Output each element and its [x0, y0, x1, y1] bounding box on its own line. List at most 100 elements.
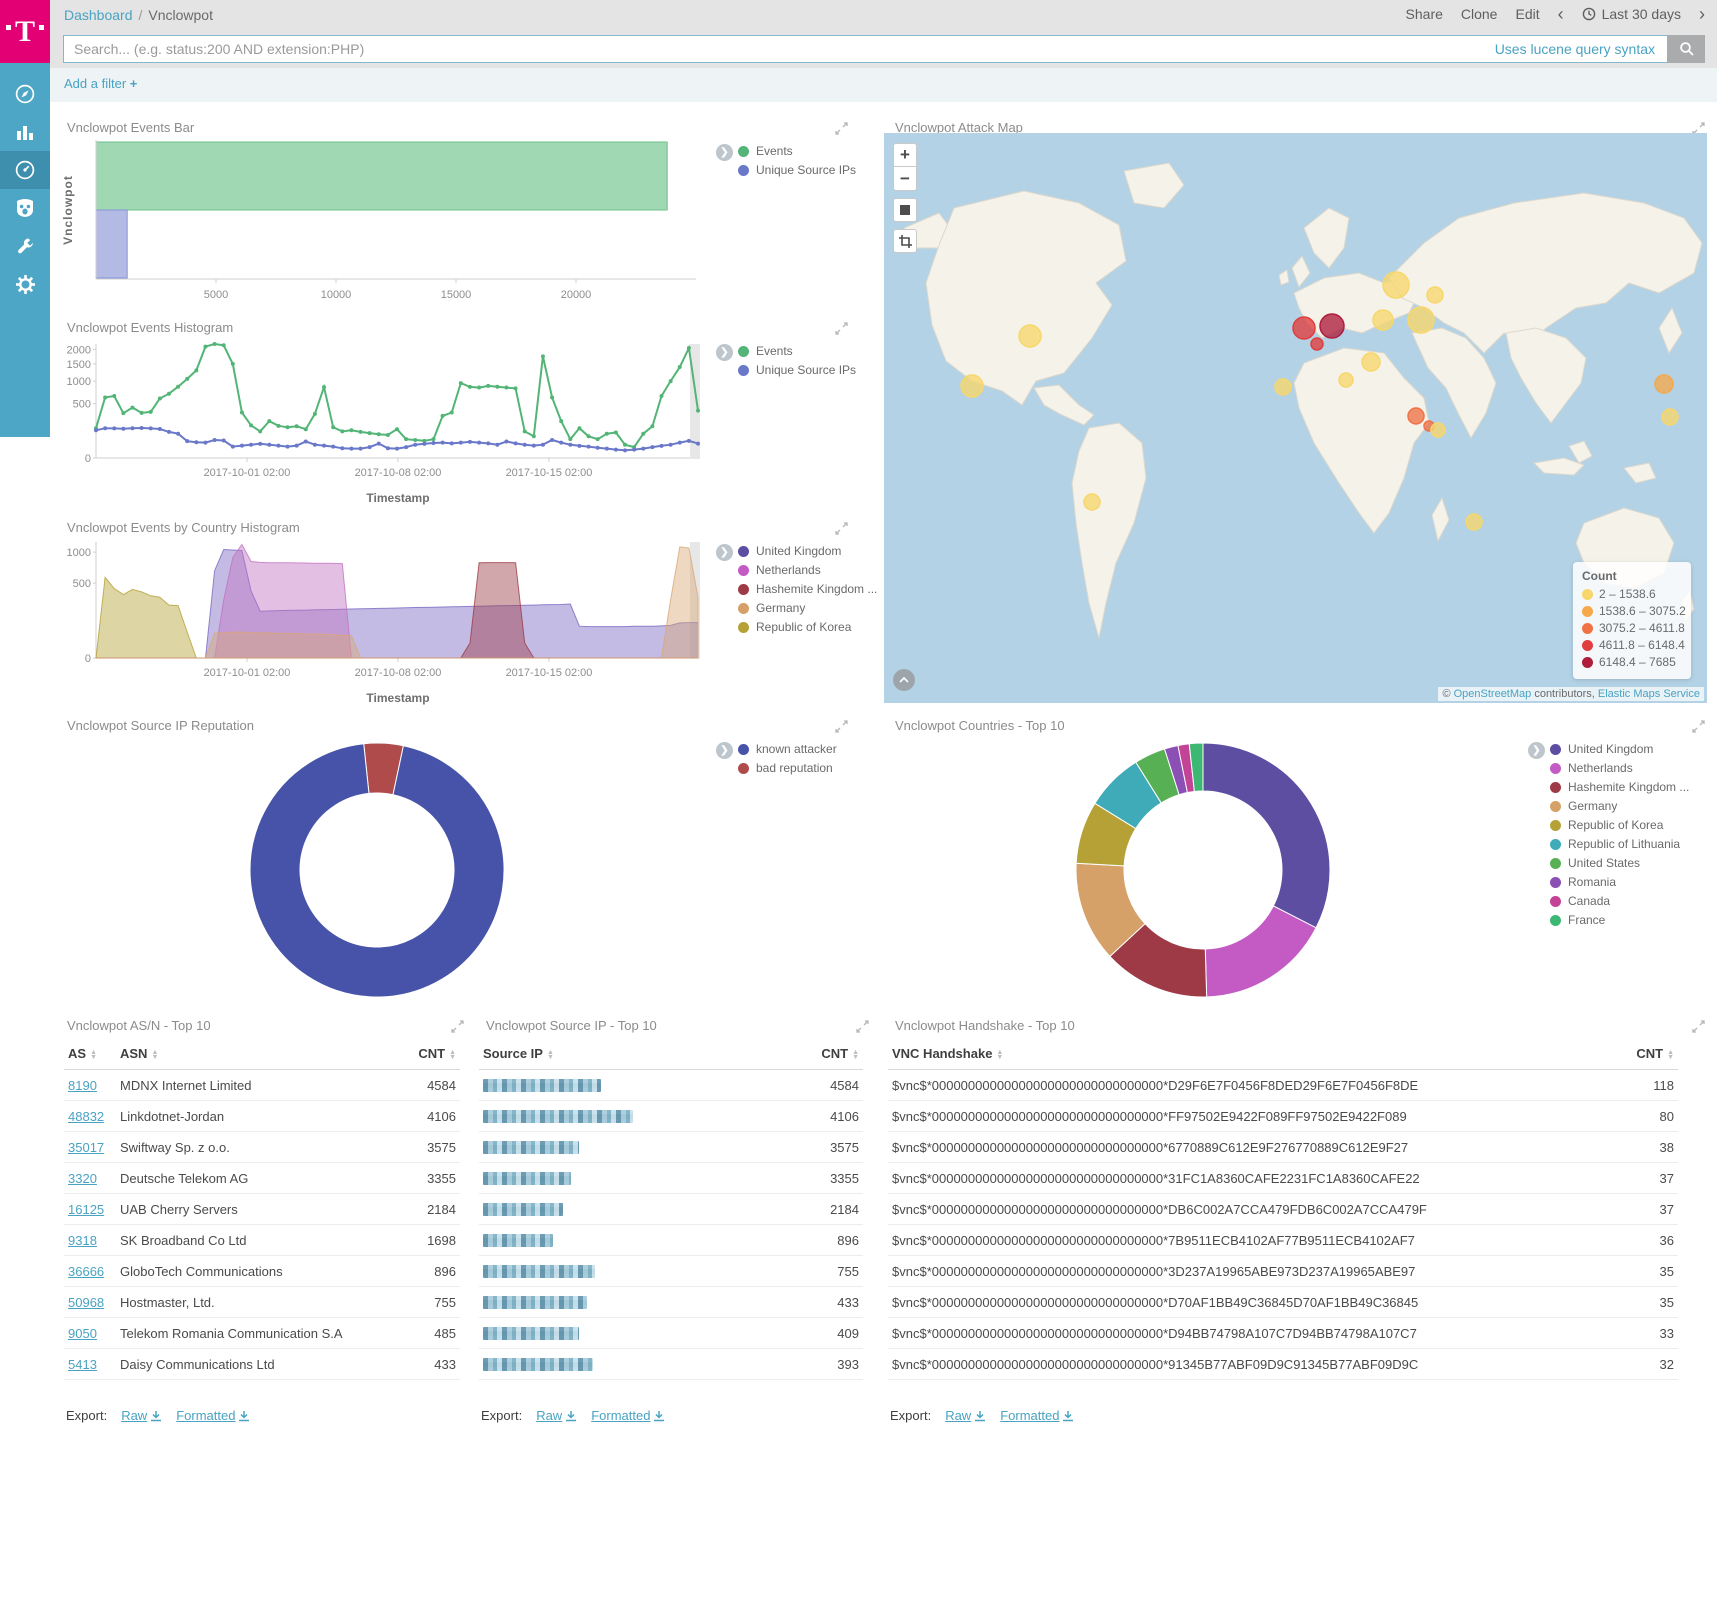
- legend-item[interactable]: Hashemite Kingdom ...: [1550, 780, 1689, 794]
- collapse-map-button[interactable]: [893, 669, 915, 691]
- as-number-link[interactable]: 9050: [68, 1326, 97, 1341]
- expand-icon[interactable]: [835, 122, 848, 135]
- time-picker[interactable]: Last 30 days: [1582, 6, 1681, 22]
- openstreetmap-link[interactable]: OpenStreetMap: [1454, 688, 1532, 700]
- legend-toggle-icon[interactable]: ❯: [716, 544, 733, 561]
- sort-caret-icon[interactable]: ▲▼: [449, 1050, 456, 1060]
- sidebar-item-visualize[interactable]: [0, 113, 50, 151]
- legend-item[interactable]: United States: [1550, 856, 1689, 870]
- edit-button[interactable]: Edit: [1515, 6, 1539, 22]
- search-input[interactable]: [64, 41, 1495, 57]
- legend-item[interactable]: Events: [738, 344, 856, 358]
- as-number-link[interactable]: 3320: [68, 1171, 97, 1186]
- legend-item[interactable]: Unique Source IPs: [738, 163, 856, 177]
- legend-item[interactable]: bad reputation: [738, 761, 837, 775]
- legend-item[interactable]: Republic of Korea: [738, 620, 877, 634]
- legend-item[interactable]: France: [1550, 913, 1689, 927]
- breadcrumb-dashboard-link[interactable]: Dashboard: [64, 7, 133, 23]
- legend-item[interactable]: Germany: [1550, 799, 1689, 813]
- sort-caret-icon[interactable]: ▲▼: [547, 1050, 554, 1060]
- legend-item[interactable]: Romania: [1550, 875, 1689, 889]
- draw-filter-button[interactable]: [893, 229, 917, 253]
- export-formatted-link[interactable]: Formatted: [176, 1408, 250, 1423]
- expand-icon[interactable]: [451, 1020, 464, 1033]
- add-filter-button[interactable]: Add a filter +: [64, 76, 137, 91]
- count-value: 37: [1608, 1163, 1678, 1194]
- column-header-cnt[interactable]: CNT▲▼: [404, 1038, 460, 1070]
- column-header-cnt[interactable]: CNT▲▼: [783, 1038, 863, 1070]
- time-forward-button[interactable]: ›: [1699, 7, 1705, 21]
- legend-label: Canada: [1568, 894, 1610, 908]
- as-number-link[interactable]: 48832: [68, 1109, 104, 1124]
- expand-icon[interactable]: [835, 522, 848, 535]
- svg-text:15000: 15000: [441, 289, 472, 301]
- as-number-link[interactable]: 50968: [68, 1295, 104, 1310]
- sort-caret-icon[interactable]: ▲▼: [90, 1050, 97, 1060]
- attack-map[interactable]: + − Count 2 – 1538.61538.6 – 3075.23075.…: [884, 133, 1707, 703]
- legend-item[interactable]: United Kingdom: [738, 544, 877, 558]
- asn-name: Hostmaster, Ltd.: [116, 1287, 404, 1318]
- expand-icon[interactable]: [1692, 720, 1705, 733]
- export-formatted-link[interactable]: Formatted: [1000, 1408, 1074, 1423]
- sort-caret-icon[interactable]: ▲▼: [996, 1050, 1003, 1060]
- sidebar-item-dashboard[interactable]: [0, 151, 50, 189]
- lucene-syntax-link[interactable]: Uses lucene query syntax: [1495, 41, 1667, 57]
- export-raw-link[interactable]: Raw: [121, 1408, 162, 1423]
- legend-toggle-icon[interactable]: ❯: [716, 344, 733, 361]
- fit-extent-button[interactable]: [893, 198, 917, 222]
- sidebar-item-management[interactable]: [0, 265, 50, 303]
- zoom-in-button[interactable]: +: [893, 143, 917, 167]
- legend-item[interactable]: Republic of Lithuania: [1550, 837, 1689, 851]
- legend-color-dot: [1550, 744, 1561, 755]
- panel-title: Vnclowpot Events by Country Histogram: [67, 520, 300, 535]
- legend-item[interactable]: Republic of Korea: [1550, 818, 1689, 832]
- as-number-link[interactable]: 36666: [68, 1264, 104, 1279]
- sort-caret-icon[interactable]: ▲▼: [852, 1050, 859, 1060]
- column-header-cnt[interactable]: CNT▲▼: [1608, 1038, 1678, 1070]
- clone-button[interactable]: Clone: [1461, 6, 1498, 22]
- share-button[interactable]: Share: [1406, 6, 1443, 22]
- legend-toggle-icon[interactable]: ❯: [1528, 742, 1545, 759]
- column-header-vnc-handshake[interactable]: VNC Handshake▲▼: [888, 1038, 1608, 1070]
- legend-item[interactable]: Hashemite Kingdom ...: [738, 582, 877, 596]
- search-submit-button[interactable]: [1668, 35, 1705, 63]
- as-number-link[interactable]: 9318: [68, 1233, 97, 1248]
- legend-item[interactable]: Unique Source IPs: [738, 363, 856, 377]
- expand-icon[interactable]: [1692, 1020, 1705, 1033]
- zoom-out-button[interactable]: −: [893, 167, 917, 191]
- legend-item[interactable]: United Kingdom: [1550, 742, 1689, 756]
- elastic-maps-link[interactable]: Elastic Maps Service: [1598, 688, 1700, 700]
- sort-caret-icon[interactable]: ▲▼: [151, 1050, 158, 1060]
- count-bucket-label: 4611.8 – 6148.4: [1599, 638, 1685, 652]
- column-header-as[interactable]: AS▲▼: [64, 1038, 116, 1070]
- legend-item[interactable]: Canada: [1550, 894, 1689, 908]
- legend-item[interactable]: Netherlands: [738, 563, 877, 577]
- export-formatted-link[interactable]: Formatted: [591, 1408, 665, 1423]
- legend-item[interactable]: Events: [738, 144, 856, 158]
- legend-item[interactable]: Germany: [738, 601, 877, 615]
- legend-toggle-icon[interactable]: ❯: [716, 144, 733, 161]
- expand-icon[interactable]: [835, 322, 848, 335]
- time-back-button[interactable]: ‹: [1558, 7, 1564, 21]
- t-mobile-logo[interactable]: T: [0, 0, 50, 63]
- as-number-link[interactable]: 35017: [68, 1140, 104, 1155]
- as-number-link[interactable]: 8190: [68, 1078, 97, 1093]
- sort-caret-icon[interactable]: ▲▼: [1667, 1050, 1674, 1060]
- expand-icon[interactable]: [856, 1020, 869, 1033]
- legend-toggle-icon[interactable]: ❯: [716, 742, 733, 759]
- export-raw-link[interactable]: Raw: [945, 1408, 986, 1423]
- legend-item[interactable]: known attacker: [738, 742, 837, 756]
- sidebar-item-timelion[interactable]: [0, 189, 50, 227]
- donut-slice[interactable]: [1205, 906, 1316, 997]
- column-header-source-ip[interactable]: Source IP▲▼: [479, 1038, 783, 1070]
- expand-icon[interactable]: [835, 720, 848, 733]
- sidebar-item-dev-tools[interactable]: [0, 227, 50, 265]
- export-raw-link[interactable]: Raw: [536, 1408, 577, 1423]
- donut-slice[interactable]: [1203, 743, 1330, 928]
- column-header-asn[interactable]: ASN▲▼: [116, 1038, 404, 1070]
- as-number-link[interactable]: 5413: [68, 1357, 97, 1372]
- count-value: 36: [1608, 1225, 1678, 1256]
- legend-item[interactable]: Netherlands: [1550, 761, 1689, 775]
- as-number-link[interactable]: 16125: [68, 1202, 104, 1217]
- sidebar-item-discover[interactable]: [0, 75, 50, 113]
